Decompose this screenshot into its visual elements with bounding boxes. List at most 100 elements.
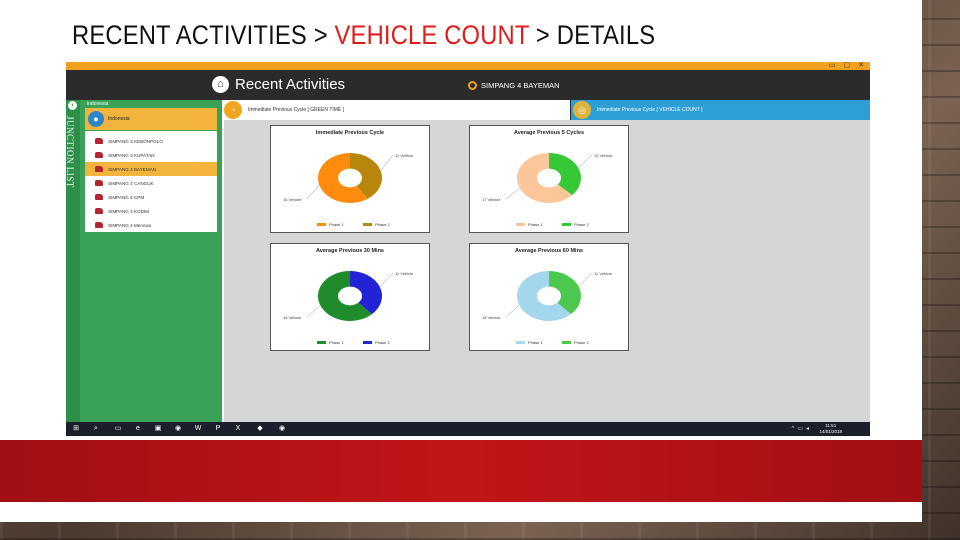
legend-label: Phase 1 <box>528 222 543 227</box>
chart-title: Average Previous 5 Cycles <box>514 130 584 136</box>
junction-label: SIMPANG 3 KEBONPOLO <box>108 138 163 144</box>
slide-title: RECENT ACTIVITIES > VEHICLE COUNT > DETA… <box>72 20 655 51</box>
tab-vehicle-count[interactable]: ◎ Immediate Previous Cycle [ VEHICLE COU… <box>571 100 870 120</box>
car-icon <box>95 208 103 214</box>
clock: 11:51 14/01/2018 <box>819 423 842 435</box>
task-view-icon[interactable]: ▭ <box>114 425 122 433</box>
app-window: ▭ ▢ ✕ ⌂ Recent Activities SIMPANG 4 BAYE… <box>66 62 870 436</box>
data-label: 11 Vehicle <box>395 153 414 158</box>
excel-icon[interactable]: X <box>234 425 242 433</box>
chart-card-30-mins: Average Previous 30 Mins 18 Vehicle 11 Veh… <box>270 243 430 351</box>
car-icon <box>95 180 103 186</box>
car-icon <box>95 166 103 172</box>
sidebar-item-junction[interactable]: SIMPANG 4 CANGUK <box>85 176 217 190</box>
taskbar: ⊞ ⌕ ▭ e ▣ ◉ W P X ◆ ◉ ^▭◂ 11:51 14/01/20… <box>66 422 870 436</box>
car-icon <box>95 194 103 200</box>
sidebar-item-junction[interactable]: SIMPANG 4 CPM <box>85 190 217 204</box>
chart-title: Immediate Previous Cycle <box>316 130 384 136</box>
legend-label: Phase 2 <box>375 222 390 227</box>
data-label: 11 Vehicle <box>395 271 414 276</box>
title-part2: > DETAILS <box>529 20 656 50</box>
chart-svg: Average Previous 5 Cycles 17 Vehicle 10 Ve… <box>482 130 613 227</box>
sidebar-item-junction[interactable]: SIMPANG 4 KODIM <box>85 204 217 218</box>
chart-svg: Average Previous 30 Mins 18 Vehicle 11 Veh… <box>283 248 414 345</box>
camera-icon[interactable]: ◉ <box>174 425 182 433</box>
data-label: 17 Vehicle <box>482 197 501 202</box>
chart-title: Average Previous 60 Mins <box>515 248 583 254</box>
sidebar-item-junction[interactable]: SIMPANG 3 KUPATAN <box>85 148 217 162</box>
country-item[interactable]: ● Indonesia <box>85 108 217 130</box>
data-label: 16 Vehicle <box>283 197 302 202</box>
legend-label: Phase 1 <box>329 340 344 345</box>
chart-card-60-mins: Average Previous 60 Mins 18 Vehicle 11 Veh… <box>469 243 629 351</box>
minimize-icon[interactable]: ▭ <box>829 62 836 70</box>
legend-swatch <box>516 223 525 226</box>
maximize-icon[interactable]: ▢ <box>844 62 851 70</box>
slide: RECENT ACTIVITIES > VEHICLE COUNT > DETA… <box>0 0 922 522</box>
clock-date: 14/01/2018 <box>819 429 842 434</box>
junction-list: SIMPANG 3 KEBONPOLO SIMPANG 3 KUPATAN SIMP… <box>85 131 217 232</box>
collapse-sidebar-button[interactable]: ‹ <box>68 101 77 110</box>
clock-icon: ◔ <box>224 101 242 119</box>
leader-line <box>306 184 320 200</box>
edge-icon[interactable]: e <box>134 425 142 433</box>
leader-line <box>380 154 394 171</box>
active-app-icon[interactable]: ◉ <box>278 425 286 433</box>
legend-label: Phase 2 <box>574 340 589 345</box>
word-icon[interactable]: W <box>194 425 202 433</box>
tab-green-time-label: Immediate Previous Cycle [ GREEN TIME ] <box>248 107 345 113</box>
legend-swatch <box>562 341 571 344</box>
country-name: Indonesia <box>108 116 130 122</box>
legend-swatch <box>562 223 571 226</box>
current-junction: SIMPANG 4 BAYEMAN <box>468 81 560 90</box>
main-area: Immediate Previous Cycle 16 Vehicle 11 Veh… <box>222 120 870 422</box>
window-controls: ▭ ▢ ✕ <box>829 62 864 70</box>
sidebar-item-junction[interactable]: SIMPANG 4 Menowo <box>85 218 217 232</box>
sidebar: ‹ JUNCTION LIST indonesia ● Indonesia SI… <box>66 100 222 422</box>
legend-swatch <box>363 223 372 226</box>
leader-line <box>505 305 520 318</box>
refresh-icon <box>468 81 477 90</box>
tab-bar: ◔ Immediate Previous Cycle [ GREEN TIME … <box>222 100 870 120</box>
title-accent: VEHICLE COUNT <box>334 20 530 50</box>
junction-label: SIMPANG 4 CANGUK <box>108 180 154 186</box>
tab-green-time[interactable]: ◔ Immediate Previous Cycle [ GREEN TIME … <box>222 100 570 120</box>
windows-start-icon[interactable]: ⊞ <box>72 425 80 433</box>
powerpoint-icon[interactable]: P <box>214 425 222 433</box>
leader-line <box>578 272 593 287</box>
search-icon[interactable]: ⌕ <box>92 425 100 433</box>
red-band <box>0 440 922 502</box>
data-label: 18 Vehicle <box>283 315 302 320</box>
legend-label: Phase 2 <box>574 222 589 227</box>
car-icon <box>95 222 103 228</box>
legend-label: Phase 1 <box>329 222 344 227</box>
junction-label: SIMPANG 4 BAYEMAN <box>108 166 157 172</box>
app-title: ⌂ Recent Activities <box>212 76 345 93</box>
title-part1: RECENT ACTIVITIES > <box>72 20 335 50</box>
app-pinned-icon[interactable]: ◆ <box>256 425 264 433</box>
explorer-icon[interactable]: ▣ <box>154 425 162 433</box>
leader-line <box>306 305 321 318</box>
data-label: 10 Vehicle <box>594 153 613 158</box>
car-icon <box>95 152 103 158</box>
legend-label: Phase 1 <box>528 340 543 345</box>
app-title-text: Recent Activities <box>235 76 346 93</box>
junction-label: SIMPANG 4 Menowo <box>108 222 152 228</box>
counter-icon: ◎ <box>573 101 591 119</box>
leader-line <box>379 272 394 287</box>
chart-svg: Average Previous 60 Mins 18 Vehicle 11 Veh… <box>482 248 613 345</box>
junction-list-label: JUNCTION LIST <box>66 116 75 188</box>
junction-label: SIMPANG 4 KODIM <box>108 208 150 214</box>
legend-swatch <box>516 341 525 344</box>
junction-label: SIMPANG 4 CPM <box>108 194 145 200</box>
chart-svg: Immediate Previous Cycle 16 Vehicle 11 Veh… <box>283 130 414 227</box>
sidebar-item-junction[interactable]: SIMPANG 4 BAYEMAN <box>85 162 217 176</box>
legend-swatch <box>317 223 326 226</box>
sidebar-item-junction[interactable]: SIMPANG 3 KEBONPOLO <box>85 134 217 148</box>
close-icon[interactable]: ✕ <box>858 62 864 70</box>
car-icon <box>95 138 103 144</box>
app-header: ⌂ Recent Activities SIMPANG 4 BAYEMAN <box>66 70 870 100</box>
chart-card-immediate: Immediate Previous Cycle 16 Vehicle 11 Veh… <box>270 125 430 233</box>
system-tray[interactable]: ^▭◂ <box>792 425 813 432</box>
window-topbar: ▭ ▢ ✕ <box>66 62 870 70</box>
